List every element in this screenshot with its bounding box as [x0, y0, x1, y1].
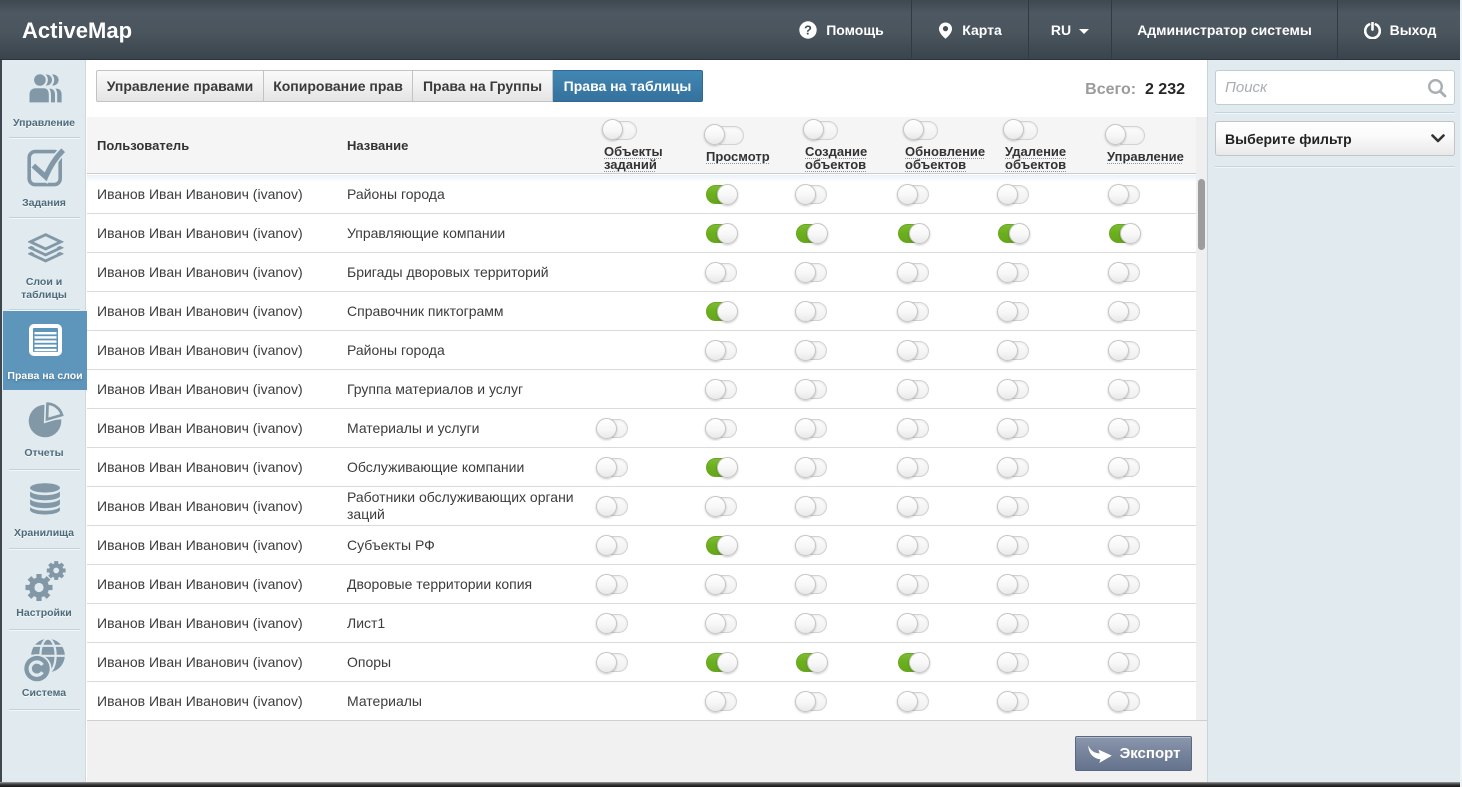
svg-text:?: ? [804, 23, 812, 38]
